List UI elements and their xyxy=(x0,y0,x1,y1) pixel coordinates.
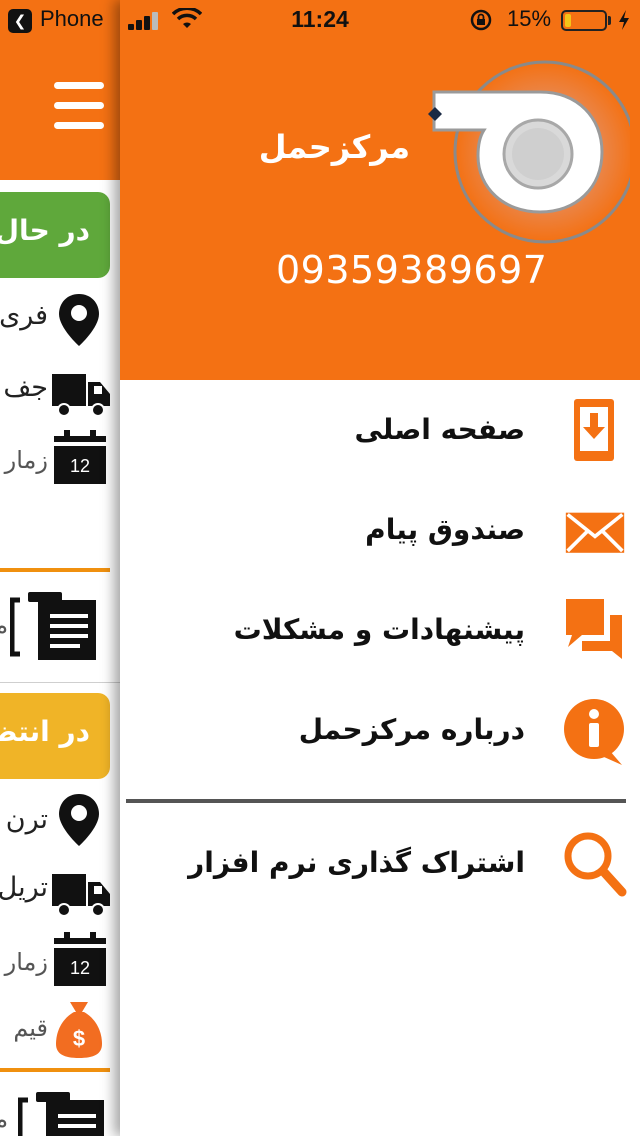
battery-icon xyxy=(561,10,607,31)
card-separator xyxy=(0,682,120,683)
menu-item-label: اشتراک گذاری نرم افزار xyxy=(188,846,525,879)
app-logo xyxy=(428,60,630,244)
charging-icon xyxy=(619,10,629,30)
location-pin-icon xyxy=(59,794,99,846)
menu-item-label: صندوق پیام xyxy=(365,513,525,546)
calendar-icon: 12 xyxy=(54,430,106,484)
main-screen: در حال فری جف 12 زمار م در انتظا xyxy=(0,0,120,1136)
status-badge-waiting[interactable]: در انتظا xyxy=(0,693,110,779)
brand-name: مرکزحمل xyxy=(258,128,410,166)
card-origin-text: فری xyxy=(0,300,48,331)
menu-item-label: صفحه اصلی xyxy=(354,413,525,446)
card-vehicle-text: تریل xyxy=(0,872,48,903)
status-badge-in-progress[interactable]: در حال xyxy=(0,192,110,278)
menu-separator xyxy=(126,799,626,803)
clipboard-icon[interactable] xyxy=(10,590,102,662)
rotation-lock-icon xyxy=(470,9,492,31)
card-clipboard-text: م xyxy=(0,1106,8,1134)
status-bar: ❮ Phone 11:24 15% xyxy=(0,0,640,40)
menu-item-inbox[interactable]: صندوق پیام xyxy=(120,485,640,575)
card-time-text: زمار xyxy=(4,446,48,474)
phone-number: 09359389697 xyxy=(276,248,548,292)
search-icon xyxy=(564,832,627,897)
calendar-day: 12 xyxy=(70,958,90,978)
clipboard-icon[interactable] xyxy=(18,1090,110,1136)
truck-icon xyxy=(52,874,110,917)
drawer-header: مرکزحمل 09359389697 xyxy=(120,0,640,380)
card-origin-text: ترن xyxy=(5,804,48,835)
navigation-drawer: مرکزحمل 09359389697 صفحه اصلی صندوق پیام… xyxy=(120,0,640,1136)
status-badge-label: در حال xyxy=(0,214,90,247)
card-clipboard-text: م xyxy=(0,612,8,640)
location-pin-icon xyxy=(59,294,99,346)
truck-icon xyxy=(52,374,110,417)
home-download-icon xyxy=(574,399,614,461)
menu-item-about[interactable]: درباره مرکزحمل xyxy=(120,685,640,775)
battery-tip xyxy=(608,16,611,25)
status-badge-label: در انتظا xyxy=(0,715,90,748)
chat-bubbles-icon xyxy=(566,599,622,659)
card-vehicle-text: جف xyxy=(3,372,48,403)
card-divider xyxy=(0,1068,110,1072)
battery-percent: 15% xyxy=(507,6,552,31)
menu-item-feedback[interactable]: پیشنهادات و مشکلات xyxy=(120,585,640,675)
hamburger-menu-icon[interactable] xyxy=(54,82,104,130)
calendar-day: 12 xyxy=(70,456,90,476)
calendar-icon: 12 xyxy=(54,932,106,986)
card-time-text: زمار xyxy=(4,948,48,976)
menu-item-label: درباره مرکزحمل xyxy=(298,713,525,746)
menu-item-share-app[interactable]: اشتراک گذاری نرم افزار xyxy=(120,818,640,908)
money-bag-icon: $ xyxy=(56,1002,102,1058)
menu-item-home[interactable]: صفحه اصلی xyxy=(120,385,640,475)
svg-text:$: $ xyxy=(73,1026,85,1051)
card-divider xyxy=(0,568,110,572)
card-price-text: قیم xyxy=(13,1014,48,1042)
info-icon xyxy=(564,699,624,765)
envelope-icon xyxy=(565,512,625,553)
menu-item-label: پیشنهادات و مشکلات xyxy=(233,613,525,646)
